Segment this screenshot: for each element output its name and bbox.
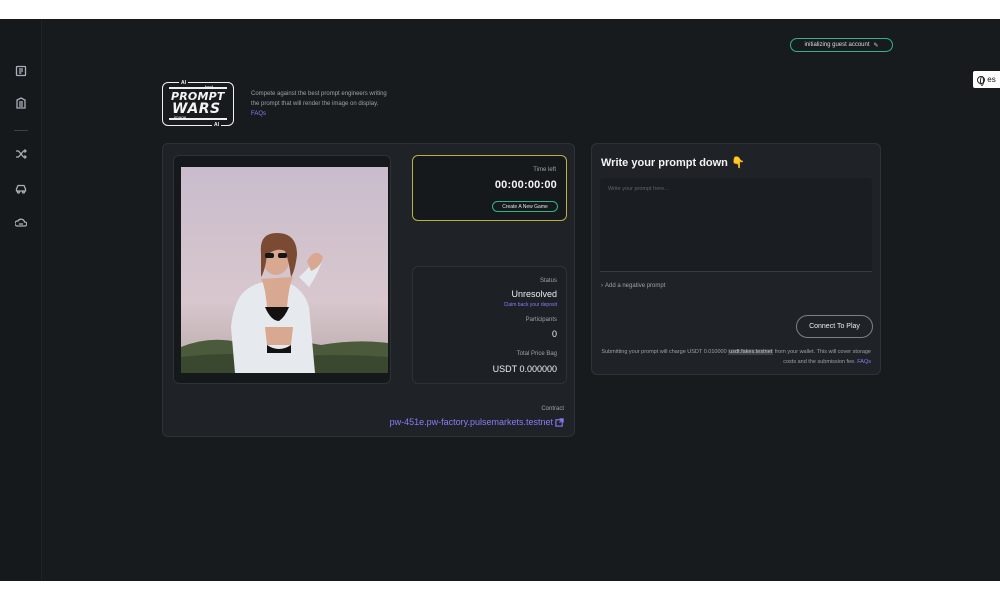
prompt-card: Write your prompt down 👇 › Add a negativ… bbox=[591, 143, 881, 375]
game-card: Time left 00:00:00:00 Create A New Game … bbox=[162, 143, 575, 437]
note-token: usdt.fakes.testnet bbox=[728, 349, 774, 355]
status-value: Unresolved bbox=[511, 289, 557, 299]
book-icon[interactable] bbox=[14, 64, 28, 78]
create-new-game-button[interactable]: Create A New Game bbox=[492, 201, 558, 212]
logo-bar-top bbox=[169, 87, 227, 89]
negative-prompt-label: Add a negative prompt bbox=[605, 283, 666, 289]
shuffle-icon[interactable] bbox=[14, 147, 28, 161]
language-code: es bbox=[987, 75, 996, 84]
tagline-text: Compete against the best prompt engineer… bbox=[251, 91, 387, 107]
logo-image: image bbox=[174, 115, 187, 120]
prompt-input[interactable] bbox=[600, 178, 872, 272]
prompt-title: Write your prompt down 👇 bbox=[601, 157, 745, 169]
status-card: Status Unresolved Claim back your deposi… bbox=[412, 266, 567, 384]
sidebar-divider bbox=[14, 130, 28, 131]
guest-account-label: initializing guest account bbox=[804, 42, 870, 48]
globe-icon bbox=[977, 75, 986, 86]
external-link-icon bbox=[555, 417, 564, 427]
tagline: Compete against the best prompt engineer… bbox=[251, 89, 391, 119]
target-image-photo bbox=[181, 167, 388, 373]
contract-value[interactable]: pw-451e.pw-factory.pulsemarkets.testnet bbox=[390, 417, 553, 427]
time-left-card: Time left 00:00:00:00 Create A New Game bbox=[412, 155, 567, 221]
prompt-wars-logo: AI test PROMPT WARS image AI bbox=[162, 80, 234, 128]
note-prefix: Submitting your prompt will charge USDT … bbox=[601, 349, 727, 355]
guest-account-button[interactable]: initializing guest account ✎ bbox=[790, 38, 893, 52]
contract-link[interactable]: pw-451e.pw-factory.pulsemarkets.testnet bbox=[390, 417, 564, 427]
image-frame bbox=[173, 155, 391, 384]
target-image bbox=[181, 167, 388, 373]
participants-value: 0 bbox=[551, 329, 557, 339]
status-label: Status bbox=[539, 278, 557, 284]
chevron-right-icon: › bbox=[601, 283, 603, 289]
logo-ai-bottom: AI bbox=[212, 122, 221, 128]
contract-label: Contract bbox=[541, 406, 564, 412]
tagline-faq-link[interactable]: FAQs bbox=[251, 111, 266, 117]
logo-ai-top: AI bbox=[179, 80, 188, 86]
price-bag-value: USDT 0.000000 bbox=[492, 364, 557, 374]
time-left-label: Time left bbox=[533, 167, 556, 173]
participants-label: Participants bbox=[525, 317, 557, 323]
note-faq-link[interactable]: FAQs bbox=[857, 359, 871, 365]
language-switcher[interactable]: es bbox=[973, 71, 1000, 88]
negative-prompt-toggle[interactable]: › Add a negative prompt bbox=[601, 283, 665, 289]
pencil-icon: ✎ bbox=[873, 42, 879, 49]
car-icon[interactable] bbox=[14, 182, 28, 196]
sidebar bbox=[0, 19, 42, 581]
connect-to-play-button[interactable]: Connect To Play bbox=[796, 315, 873, 338]
cloud-car-icon[interactable] bbox=[14, 216, 28, 230]
submission-note: Submitting your prompt will charge USDT … bbox=[591, 347, 871, 367]
time-left-value: 00:00:00:00 bbox=[494, 179, 557, 191]
logo-wars: WARS bbox=[172, 101, 221, 117]
app-window: initializing guest account ✎ AI test PRO… bbox=[0, 19, 1000, 581]
building-icon[interactable] bbox=[14, 96, 28, 110]
claim-deposit-link[interactable]: Claim back your deposit bbox=[504, 302, 557, 308]
price-bag-label: Total Price Bag bbox=[516, 351, 557, 357]
